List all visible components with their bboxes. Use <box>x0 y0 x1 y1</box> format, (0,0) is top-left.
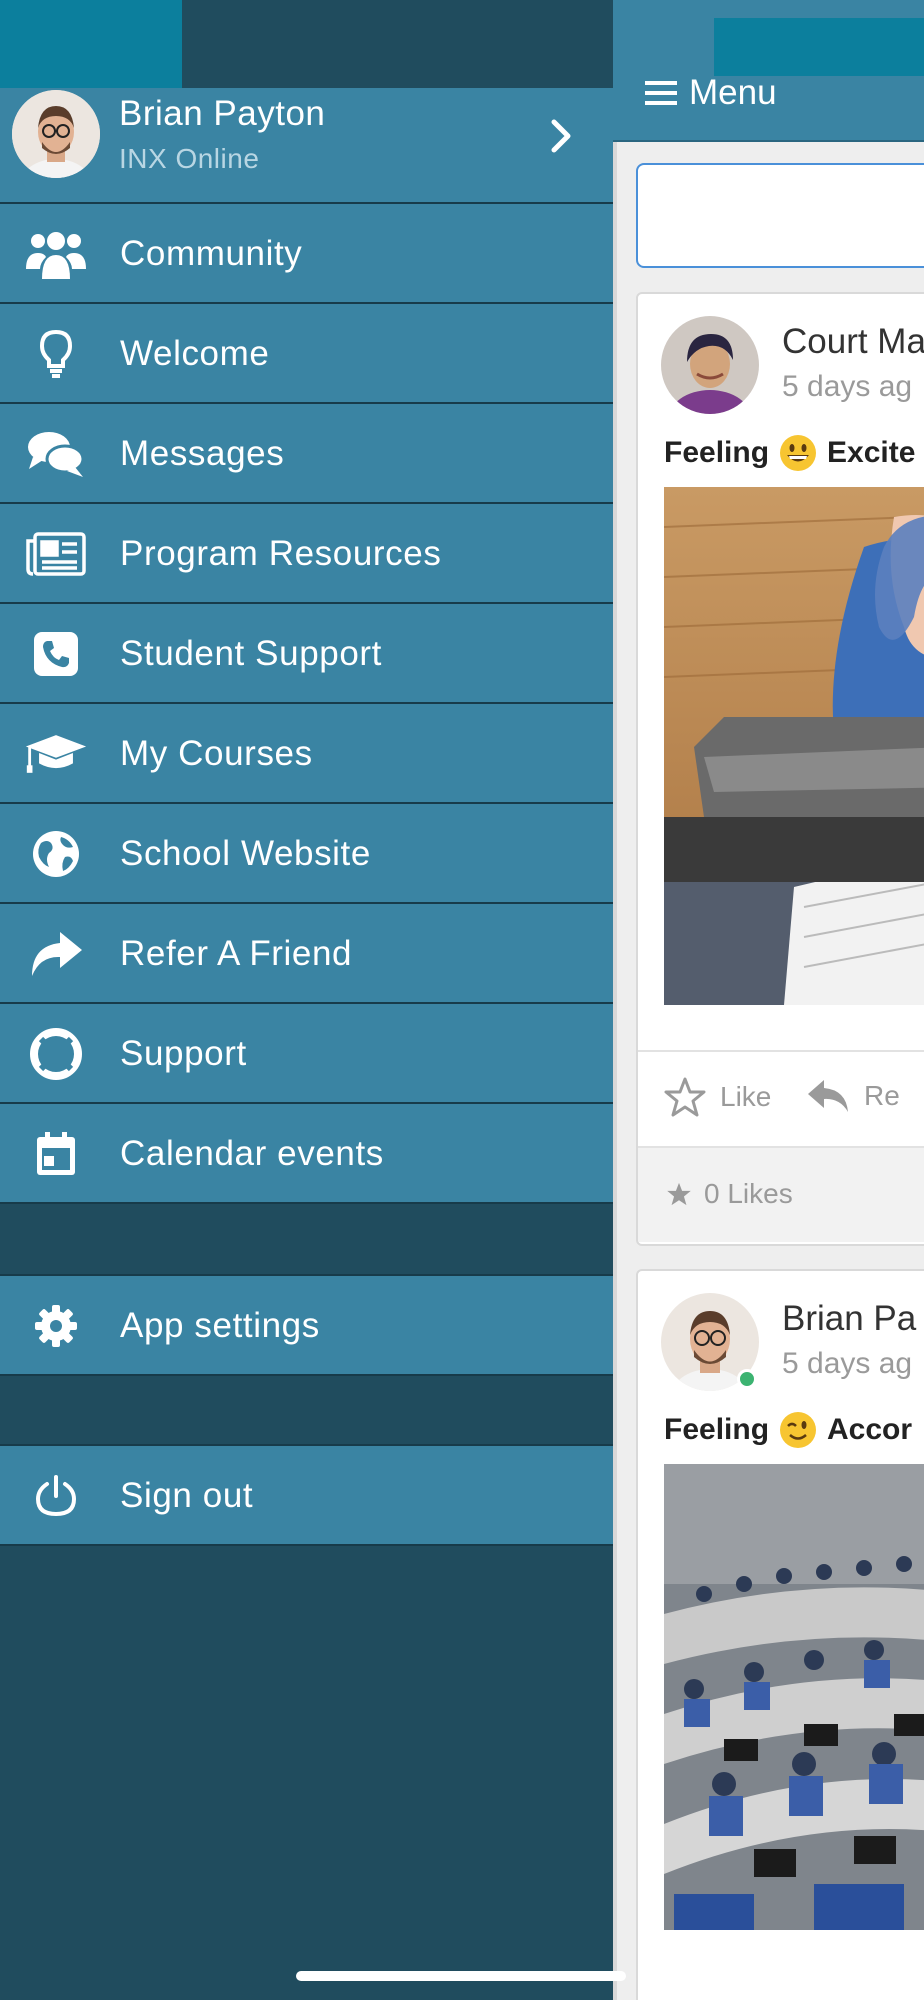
likes-summary: 0 Likes <box>638 1146 924 1242</box>
activity-feed-panel: Menu Court Ma 5 days ag Feeling Excite L… <box>613 0 924 2000</box>
menu-button[interactable]: Menu <box>645 73 777 113</box>
reply-button[interactable]: Re <box>806 1076 900 1116</box>
menu-item-sign-out[interactable]: Sign out <box>0 1446 613 1546</box>
menu-item-label: Messages <box>120 434 285 473</box>
likes-count-wrap[interactable]: 0 Likes <box>666 1178 793 1210</box>
top-bar: Menu <box>613 0 924 142</box>
like-label: Like <box>720 1081 772 1112</box>
post-timestamp: 5 days ag <box>782 1347 913 1380</box>
power-icon <box>24 1468 88 1524</box>
menu-item-support[interactable]: Support <box>0 1004 613 1104</box>
share-arrow-icon <box>24 926 88 982</box>
post-timestamp: 5 days ag <box>782 370 913 403</box>
menu-item-label: Sign out <box>120 1476 254 1515</box>
profile-name: Brian Payton <box>119 94 326 133</box>
header-accent-block <box>714 18 924 76</box>
menu-item-program-resources[interactable]: Program Resources <box>0 504 613 604</box>
phone-icon <box>24 626 88 682</box>
header-accent-block <box>0 0 182 88</box>
navigation-drawer: Brian Payton INX Online Community Welcom… <box>0 0 613 2000</box>
menu-item-label: School Website <box>120 834 371 873</box>
post-photo[interactable] <box>664 487 924 1005</box>
post-author-name[interactable]: Court Ma <box>782 322 924 362</box>
user-avatar <box>12 90 100 178</box>
graduation-cap-icon <box>24 726 88 782</box>
menu-item-label: Support <box>120 1034 247 1073</box>
home-indicator <box>296 1971 626 1981</box>
star-outline-icon <box>664 1077 706 1117</box>
feed-post: Court Ma 5 days ag Feeling Excite Like R… <box>636 292 924 1246</box>
likes-count: 0 Likes <box>704 1178 793 1209</box>
menu-item-messages[interactable]: Messages <box>0 404 613 504</box>
menu-item-welcome[interactable]: Welcome <box>0 304 613 404</box>
grinning-emoji-icon <box>779 434 817 472</box>
lightbulb-icon <box>24 326 88 382</box>
post-photo[interactable] <box>664 1464 924 1930</box>
feeling-value: Excite <box>827 436 916 469</box>
post-feeling: Feeling Accor <box>664 1411 912 1449</box>
menu-divider <box>0 1204 613 1276</box>
menu-item-label: Community <box>120 234 303 273</box>
winking-emoji-icon <box>779 1411 817 1449</box>
menu-item-app-settings[interactable]: App settings <box>0 1276 613 1376</box>
menu-item-calendar-events[interactable]: Calendar events <box>0 1104 613 1204</box>
feeling-prefix: Feeling <box>664 1413 770 1446</box>
menu-item-label: My Courses <box>120 734 313 773</box>
menu-item-refer-a-friend[interactable]: Refer A Friend <box>0 904 613 1004</box>
reply-label: Re <box>864 1080 900 1111</box>
lifebuoy-icon <box>24 1026 88 1082</box>
menu-item-label: Welcome <box>120 334 270 373</box>
menu-item-school-website[interactable]: School Website <box>0 804 613 904</box>
like-button[interactable]: Like <box>664 1076 771 1118</box>
post-composer[interactable] <box>636 163 924 268</box>
star-icon <box>667 1182 691 1206</box>
menu-item-label: Program Resources <box>120 534 442 573</box>
menu-item-label: Student Support <box>120 634 382 673</box>
profile-organization: INX Online <box>119 143 260 174</box>
post-feeling: Feeling Excite <box>664 434 915 472</box>
post-author-name[interactable]: Brian Pa <box>782 1299 916 1339</box>
menu-item-my-courses[interactable]: My Courses <box>0 704 613 804</box>
gear-icon <box>24 1298 88 1354</box>
post-actions: Like Re <box>638 1050 924 1146</box>
author-avatar[interactable] <box>661 316 759 414</box>
menu-item-label: Calendar events <box>120 1134 384 1173</box>
menu-item-community[interactable]: Community <box>0 204 613 304</box>
calendar-icon <box>24 1126 88 1182</box>
feeling-value: Accor <box>827 1413 913 1446</box>
menu-item-student-support[interactable]: Student Support <box>0 604 613 704</box>
menu-item-label: Refer A Friend <box>120 934 353 973</box>
users-icon <box>24 226 88 282</box>
reply-arrow-icon <box>808 1080 848 1112</box>
menu-button-label: Menu <box>689 73 777 112</box>
chevron-right-icon <box>548 116 576 156</box>
chat-bubbles-icon <box>24 426 88 482</box>
menu-divider <box>0 1376 613 1446</box>
globe-icon <box>24 826 88 882</box>
newspaper-icon <box>24 526 88 582</box>
feeling-prefix: Feeling <box>664 436 770 469</box>
menu-item-label: App settings <box>120 1306 320 1345</box>
feed-post: Brian Pa 5 days ag Feeling Accor <box>636 1269 924 2000</box>
profile-header[interactable]: Brian Payton INX Online <box>0 88 613 204</box>
hamburger-icon <box>645 81 677 105</box>
online-status-indicator <box>737 1369 757 1389</box>
